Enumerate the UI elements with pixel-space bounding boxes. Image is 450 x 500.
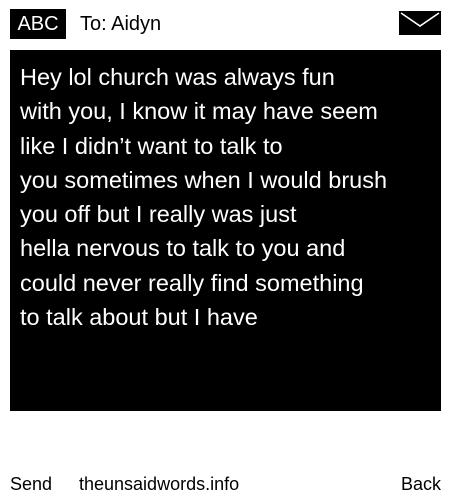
back-button[interactable]: Back: [401, 470, 441, 498]
input-mode-badge: ABC: [10, 9, 66, 39]
site-label: theunsaidwords.info: [79, 474, 240, 494]
envelope-icon: [399, 11, 441, 35]
softkey-bar: Send theunsaidwords.info Back: [0, 470, 450, 498]
message-body[interactable]: Hey lol church was always fun with you, …: [10, 50, 441, 411]
send-button[interactable]: Send: [10, 470, 52, 498]
message-text: Hey lol church was always fun with you, …: [20, 64, 388, 331]
recipient-label: To: Aidyn: [80, 13, 162, 35]
message-header: ABC To: Aidyn: [0, 0, 450, 46]
